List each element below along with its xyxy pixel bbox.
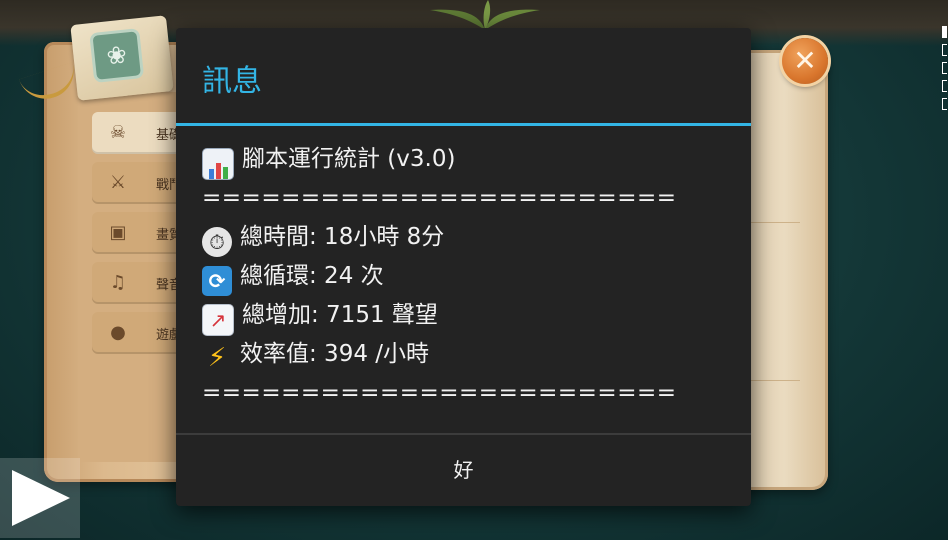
- bar-chart-icon: [202, 148, 234, 180]
- stat-line-total-gain: ↗ 總增加: 7151 聲望: [202, 296, 742, 336]
- edge-marker: [942, 98, 947, 110]
- stat-text: 效率值: 394 /小時: [240, 341, 430, 367]
- lightning-icon: ⚡: [207, 343, 227, 373]
- stat-line-total-time: ⏱ 總時間: 18小時 8分: [202, 218, 742, 257]
- stats-heading: 腳本運行統計 (v3.0): [242, 146, 456, 172]
- stat-line-total-cycles: ⟳ 總循環: 24 次: [202, 257, 742, 296]
- edge-marker: [942, 26, 947, 38]
- stat-text: 總增加: 7151 聲望: [242, 302, 438, 328]
- stat-line-efficiency: ⚡ 效率值: 394 /小時: [202, 335, 742, 374]
- stat-text: 總時間: 18小時 8分: [240, 224, 445, 250]
- clover-emblem-icon: ❀: [89, 28, 145, 84]
- cycle-arrows-icon: ⟳: [202, 266, 232, 296]
- close-x-icon: ✕: [793, 44, 817, 77]
- edge-marker: [942, 62, 947, 74]
- crossed-swords-icon: ⚔: [109, 172, 127, 193]
- separator-bottom: ========================: [202, 380, 677, 406]
- leaf-plant-decoration: [430, 0, 540, 30]
- edge-marker: [942, 44, 947, 56]
- image-icon: ▣: [109, 222, 127, 243]
- stat-text: 總循環: 24 次: [240, 263, 384, 289]
- dialog-message: 腳本運行統計 (v3.0) ======================== ⏱…: [202, 140, 742, 413]
- play-button[interactable]: [0, 458, 80, 538]
- stopwatch-icon: ⏱: [202, 227, 232, 257]
- music-icon: ♫: [109, 272, 127, 293]
- message-dialog: 訊息 腳本運行統計 (v3.0) =======================…: [176, 28, 751, 506]
- play-icon: [12, 470, 70, 526]
- close-button[interactable]: ✕: [782, 38, 828, 84]
- edge-marker: [942, 80, 947, 92]
- chat-bubble-icon: ●: [110, 322, 126, 343]
- dialog-title: 訊息: [202, 64, 262, 99]
- edge-indicators: [942, 26, 948, 116]
- chart-increasing-icon: ↗: [202, 304, 234, 336]
- title-divider: [176, 123, 751, 126]
- ok-button[interactable]: 好: [176, 435, 751, 506]
- stats-heading-line: 腳本運行統計 (v3.0): [202, 140, 742, 180]
- settings-tag: ❀: [70, 15, 174, 101]
- skull-icon: ☠: [109, 122, 127, 143]
- separator-top: ========================: [202, 185, 677, 211]
